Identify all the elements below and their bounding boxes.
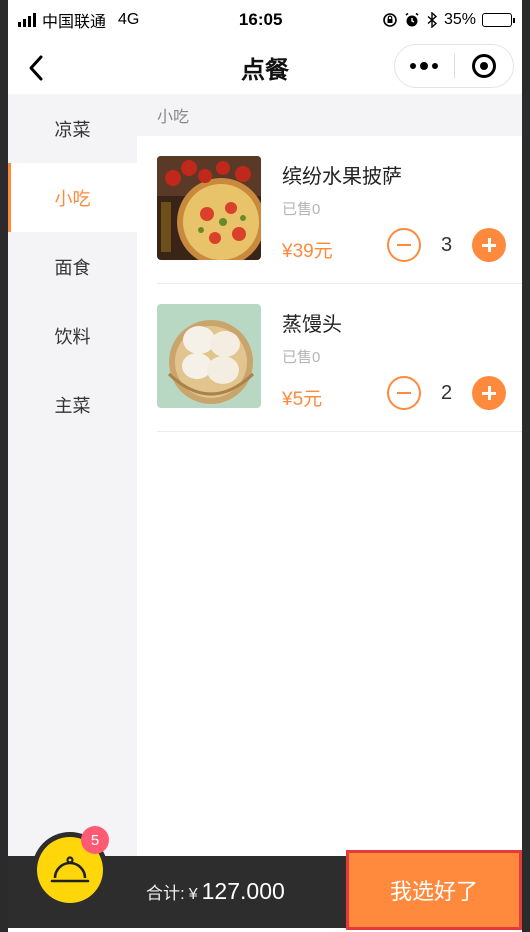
mini-program-capsule xyxy=(394,44,514,88)
total-label: 合计: xyxy=(146,884,185,903)
category-item-cold-dishes[interactable]: 凉菜 xyxy=(8,94,137,163)
category-label: 凉菜 xyxy=(54,119,91,140)
category-item-snacks[interactable]: 小吃 xyxy=(8,163,137,232)
product-name: 蒸馒头 xyxy=(282,314,342,336)
section-header: 小吃 xyxy=(137,94,522,136)
target-icon xyxy=(471,54,496,78)
quantity-stepper: 2 xyxy=(387,375,506,411)
category-label: 面食 xyxy=(54,257,91,278)
close-mini-program-button[interactable] xyxy=(455,45,514,87)
category-label: 小吃 xyxy=(54,188,91,209)
product-sold-count: 已售0 xyxy=(282,201,321,218)
category-sidebar: 凉菜 小吃 面食 饮料 主菜 xyxy=(8,94,137,856)
steamed-buns-image xyxy=(157,304,261,408)
cart-count-badge: 5 xyxy=(81,826,109,854)
status-right: 35% xyxy=(382,11,515,29)
page-title: 点餐 xyxy=(241,56,289,84)
bluetooth-icon xyxy=(427,12,438,28)
category-item-main-dishes[interactable]: 主菜 xyxy=(8,370,137,439)
cart-total: 合计: ¥ 127.000 xyxy=(146,878,285,905)
increase-button[interactable] xyxy=(472,228,506,262)
quantity-stepper: 3 xyxy=(387,227,506,263)
chevron-left-icon xyxy=(29,55,43,81)
decrease-button[interactable] xyxy=(387,376,421,410)
total-amount: 127.000 xyxy=(201,878,285,904)
product-card: 缤纷水果披萨 已售0 ¥39元 3 xyxy=(157,136,522,284)
product-card: 蒸馒头 已售0 ¥5元 2 xyxy=(157,284,522,432)
quantity-value: 3 xyxy=(440,233,453,256)
rotation-lock-icon xyxy=(383,13,397,27)
category-item-noodles[interactable]: 面食 xyxy=(8,232,137,301)
confirm-order-button[interactable]: 我选好了 xyxy=(346,850,522,930)
minus-icon xyxy=(397,392,411,394)
decrease-button[interactable] xyxy=(387,228,421,262)
product-price: ¥39元 xyxy=(282,241,333,262)
carrier-label: 中国联通 xyxy=(42,14,107,31)
nav-bar: 点餐 xyxy=(8,40,522,94)
category-label: 饮料 xyxy=(54,326,91,347)
status-bar: 中国联通 4G 16:05 35% xyxy=(8,0,522,40)
total-currency: ¥ xyxy=(188,886,198,903)
more-dots-icon xyxy=(410,62,439,70)
minus-icon xyxy=(397,244,411,246)
quantity-value: 2 xyxy=(440,381,453,404)
phone-screen: 中国联通 4G 16:05 35% 点餐 凉菜 小吃 面食 饮料 主菜 小吃 缤… xyxy=(8,0,522,932)
increase-button[interactable] xyxy=(472,376,506,410)
product-price: ¥5元 xyxy=(282,389,323,410)
network-label: 4G xyxy=(118,11,140,28)
battery-icon xyxy=(482,13,515,27)
signal-icon xyxy=(18,13,36,27)
alarm-icon xyxy=(405,12,419,27)
back-button[interactable] xyxy=(18,50,54,86)
battery-percent: 35% xyxy=(443,11,476,28)
status-time: 16:05 xyxy=(238,10,283,29)
category-item-drinks[interactable]: 饮料 xyxy=(8,301,137,370)
status-left: 中国联通 4G xyxy=(18,8,139,32)
cloche-icon xyxy=(50,856,90,883)
more-button[interactable] xyxy=(395,45,454,87)
product-sold-count: 已售0 xyxy=(282,349,321,366)
product-name: 缤纷水果披萨 xyxy=(282,166,402,188)
pizza-image xyxy=(157,156,261,260)
category-label: 主菜 xyxy=(54,395,91,416)
product-list: 小吃 缤纷水果披萨 已售0 ¥39元 3 蒸馒头 已售0 ¥5元 2 xyxy=(137,94,522,856)
